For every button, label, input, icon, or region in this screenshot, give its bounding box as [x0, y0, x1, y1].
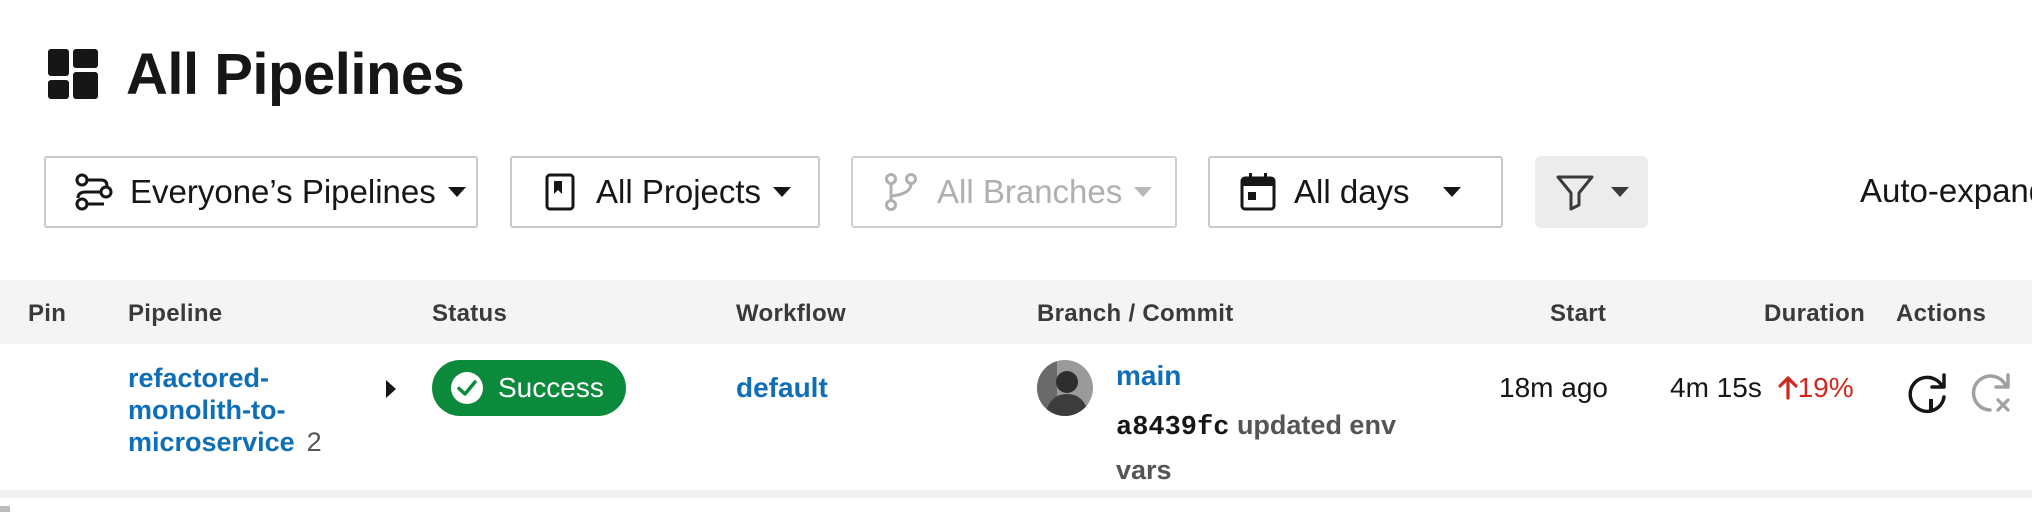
everyones-pipelines-dropdown[interactable]: Everyone’s Pipelines	[44, 156, 478, 228]
duration-change-percent: 19%	[1797, 372, 1854, 403]
chevron-down-icon	[1443, 187, 1461, 197]
pipelines-page: All Pipelines Everyone’s Pipelines All P…	[0, 0, 2032, 512]
all-projects-label: All Projects	[596, 173, 762, 210]
page-title: All Pipelines	[126, 41, 465, 107]
filter-button[interactable]	[1535, 156, 1648, 228]
everyones-pipelines-label: Everyone’s Pipelines	[130, 173, 436, 210]
column-header-actions: Actions	[1896, 300, 1987, 327]
duration-value: 4m 15s	[1670, 372, 1762, 403]
all-branches-label: All Branches	[937, 173, 1123, 210]
cancel-icon[interactable]	[1968, 370, 2014, 416]
auto-expand-toggle-label[interactable]: Auto-expand	[1860, 172, 2032, 210]
pipeline-name[interactable]: refactored-monolith-to-microservice	[128, 363, 295, 457]
workflow-link[interactable]: default	[736, 372, 828, 404]
chevron-down-icon	[447, 187, 466, 197]
funnel-icon	[1556, 175, 1593, 211]
column-header-pin: Pin	[28, 300, 67, 327]
column-header-workflow: Workflow	[736, 300, 846, 327]
avatar	[1037, 360, 1093, 416]
commit-hash[interactable]: a8439fc	[1116, 413, 1229, 443]
dashboard-icon	[48, 49, 98, 99]
commit-info: a8439fc updated env vars	[1116, 404, 1416, 491]
horizontal-scrollbar[interactable]	[0, 506, 10, 512]
column-header-duration: Duration	[1764, 300, 1866, 327]
start-time: 18m ago	[1499, 372, 1608, 403]
people-network-icon	[74, 172, 114, 212]
chevron-down-icon	[1610, 187, 1629, 197]
bookmark-icon	[540, 172, 580, 212]
all-days-dropdown[interactable]: All days	[1208, 156, 1503, 228]
check-circle-icon	[451, 372, 483, 404]
column-header-status: Status	[432, 300, 508, 327]
arrow-up-icon	[1778, 376, 1798, 400]
column-header-pipeline: Pipeline	[128, 300, 223, 327]
expand-row-icon[interactable]	[386, 380, 396, 398]
page-header: All Pipelines	[48, 40, 465, 108]
duration-change: 19%	[1778, 372, 1854, 403]
pipeline-number: 2	[306, 427, 322, 457]
column-header-branch-commit: Branch / Commit	[1037, 300, 1234, 327]
column-header-start: Start	[1550, 300, 1607, 327]
chevron-down-icon	[773, 187, 792, 197]
rerun-icon[interactable]	[1904, 370, 1950, 416]
branch-link[interactable]: main	[1116, 360, 1181, 392]
status-label: Success	[498, 372, 604, 403]
duration-cell: 4m 15s 19%	[1670, 372, 1854, 404]
table-header: Pin Pipeline Status Workflow Branch / Co…	[0, 280, 2032, 344]
all-branches-dropdown[interactable]: All Branches	[851, 156, 1177, 228]
all-projects-dropdown[interactable]: All Projects	[510, 156, 820, 228]
chevron-down-icon	[1134, 187, 1153, 197]
status-badge[interactable]: Success	[432, 360, 626, 416]
all-days-label: All days	[1294, 173, 1410, 210]
git-branch-icon	[881, 172, 921, 212]
calendar-icon	[1238, 172, 1278, 212]
table-row: refactored-monolith-to-microservice 2 Suc…	[0, 344, 2032, 498]
pipeline-link[interactable]: refactored-monolith-to-microservice 2	[128, 362, 322, 458]
